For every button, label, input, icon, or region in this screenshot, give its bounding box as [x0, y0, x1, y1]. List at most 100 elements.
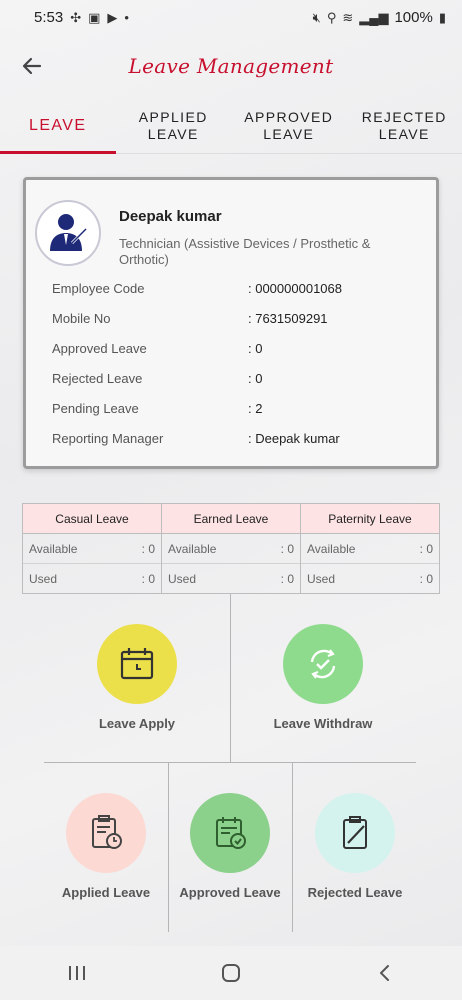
- balance-earned-leave: Earned Leave Available : 0 Used : 0: [162, 504, 301, 593]
- balance-value: : 0: [141, 571, 155, 586]
- tab-rejected-label-1: REJECTED: [361, 108, 447, 125]
- tab-bar: LEAVE APPLIED LEAVE APPROVED LEAVE REJEC…: [0, 98, 462, 154]
- gallery-icon: ▣: [88, 9, 101, 25]
- balance-used-row: Used : 0: [23, 564, 161, 593]
- balance-value: : 0: [419, 571, 433, 586]
- battery-icon: ▮: [438, 9, 446, 25]
- detail-label: Employee Code: [52, 281, 145, 296]
- leave-withdraw-circle: [283, 624, 363, 704]
- tab-approved-label-2: LEAVE: [263, 125, 315, 142]
- recents-icon: [69, 966, 85, 980]
- divider-vertical: [168, 762, 169, 932]
- divider-horizontal: [44, 762, 416, 763]
- tab-approved-leave[interactable]: APPROVED LEAVE: [231, 98, 347, 153]
- play-icon: ▶: [107, 9, 118, 25]
- leave-apply-button[interactable]: Leave Apply: [77, 624, 197, 731]
- tab-rejected-leave[interactable]: REJECTED LEAVE: [347, 98, 462, 153]
- tab-approved-label-1: APPROVED: [244, 108, 334, 125]
- back-nav-button[interactable]: [365, 953, 405, 993]
- battery-percent: 100%: [394, 8, 433, 26]
- location-icon: ⚲: [326, 9, 337, 25]
- clipboard-slash-icon: [343, 816, 367, 849]
- refresh-check-icon: [310, 649, 336, 679]
- dot-icon: •: [124, 9, 129, 25]
- balance-label: Available: [168, 541, 217, 556]
- balance-available-row: Available : 0: [162, 534, 300, 564]
- back-arrow-icon: [22, 57, 42, 75]
- rejected-leave-label: Rejected Leave: [307, 885, 403, 900]
- detail-label: Pending Leave: [52, 401, 139, 416]
- tab-applied-label-2: LEAVE: [147, 125, 199, 142]
- applied-leave-button[interactable]: Applied Leave: [46, 793, 166, 900]
- tab-leave-label: LEAVE: [29, 117, 87, 134]
- chevron-left-icon: [380, 965, 389, 981]
- balance-available-row: Available : 0: [301, 534, 439, 564]
- employee-card: Deepak kumar Technician (Assistive Devic…: [23, 177, 439, 469]
- balance-label: Used: [307, 571, 336, 586]
- avatar: [35, 200, 101, 266]
- tab-applied-label-1: APPLIED: [138, 108, 208, 125]
- detail-label: Approved Leave: [52, 341, 147, 356]
- detail-label: Mobile No: [52, 311, 111, 326]
- divider-vertical: [292, 762, 293, 932]
- balance-value: : 0: [280, 541, 294, 556]
- home-icon: [222, 964, 240, 982]
- pinwheel-icon: ✣: [70, 9, 82, 25]
- balance-available-row: Available : 0: [23, 534, 161, 564]
- detail-value: : 7631509291: [248, 311, 328, 326]
- detail-label: Reporting Manager: [52, 431, 164, 446]
- tab-leave[interactable]: LEAVE: [0, 98, 116, 154]
- balance-casual-leave: Casual Leave Available : 0 Used : 0: [23, 504, 162, 593]
- balance-value: : 0: [280, 571, 294, 586]
- balance-used-row: Used : 0: [162, 564, 300, 593]
- mute-icon: 🔇︎: [312, 9, 321, 25]
- balance-header: Casual Leave: [23, 504, 161, 534]
- rejected-leave-button[interactable]: Rejected Leave: [295, 793, 415, 900]
- approved-leave-button[interactable]: Approved Leave: [170, 793, 290, 900]
- wifi-icon: ≋: [342, 9, 354, 25]
- leave-withdraw-button[interactable]: Leave Withdraw: [263, 624, 383, 731]
- detail-value: : 0: [248, 341, 263, 356]
- status-bar: 5:53 ✣ ▣ ▶ • 🔇︎ ⚲ ≋ ▂▄▆ 100% ▮: [0, 0, 462, 34]
- detail-value: : Deepak kumar: [248, 431, 340, 446]
- system-nav-bar: [0, 946, 462, 1000]
- detail-value: : 2: [248, 401, 263, 416]
- leave-apply-label: Leave Apply: [98, 716, 176, 731]
- approved-leave-label: Approved Leave: [179, 885, 281, 900]
- balance-label: Available: [307, 541, 356, 556]
- back-button[interactable]: [18, 52, 46, 80]
- leave-balance-table: Casual Leave Available : 0 Used : 0 Earn…: [22, 503, 440, 594]
- divider-vertical: [230, 594, 231, 762]
- tab-rejected-label-2: LEAVE: [378, 125, 430, 142]
- balance-value: : 0: [419, 541, 433, 556]
- approved-leave-circle: [190, 793, 270, 873]
- recents-button[interactable]: [57, 953, 97, 993]
- balance-header: Paternity Leave: [301, 504, 439, 534]
- balance-label: Used: [29, 571, 58, 586]
- employee-avatar-icon: [50, 214, 88, 251]
- rejected-leave-circle: [315, 793, 395, 873]
- signal-icon: ▂▄▆: [359, 9, 389, 25]
- status-time: 5:53: [34, 8, 64, 26]
- detail-value: : 000000001068: [248, 281, 342, 296]
- leave-apply-circle: [97, 624, 177, 704]
- calendar-check-icon: [216, 817, 246, 849]
- applied-leave-circle: [66, 793, 146, 873]
- balance-label: Used: [168, 571, 197, 586]
- clipboard-clock-icon: [92, 815, 122, 849]
- applied-leave-label: Applied Leave: [61, 885, 151, 900]
- balance-paternity-leave: Paternity Leave Available : 0 Used : 0: [301, 504, 439, 593]
- home-button[interactable]: [211, 953, 251, 993]
- employee-name: Deepak kumar: [119, 208, 222, 225]
- balance-used-row: Used : 0: [301, 564, 439, 593]
- balance-label: Available: [29, 541, 78, 556]
- app-header: Leave Management: [0, 34, 462, 98]
- tab-applied-leave[interactable]: APPLIED LEAVE: [116, 98, 232, 153]
- leave-withdraw-label: Leave Withdraw: [273, 716, 373, 731]
- balance-header: Earned Leave: [162, 504, 300, 534]
- calendar-clock-icon: [120, 648, 154, 680]
- page-title: Leave Management: [128, 54, 334, 78]
- detail-label: Rejected Leave: [52, 371, 143, 386]
- detail-value: : 0: [248, 371, 263, 386]
- employee-role: Technician (Assistive Devices / Prosthet…: [119, 236, 371, 267]
